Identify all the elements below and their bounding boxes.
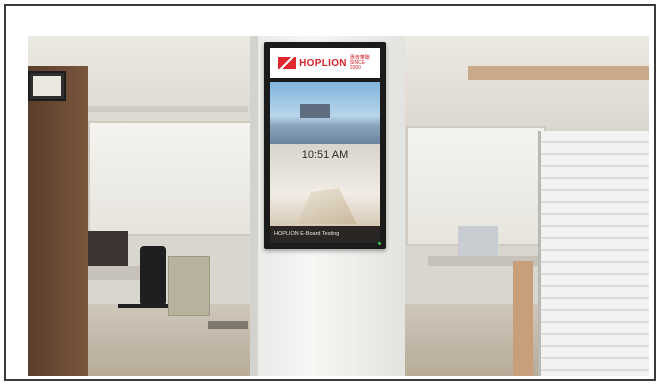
photo-frame: HOPLION 惠普華聯 SINCE 2000 10:51 AM HOPLION… [4, 4, 656, 381]
office-photo: HOPLION 惠普華聯 SINCE 2000 10:51 AM HOPLION… [28, 36, 649, 376]
desk-left [88, 266, 148, 280]
filing-cabinet [168, 256, 210, 316]
bed-image [297, 188, 357, 224]
cart [208, 321, 248, 329]
signage-footer: HOPLION E-Board Testing [270, 226, 380, 243]
building-silhouette [300, 104, 330, 118]
wood-wall [28, 66, 88, 376]
signage-header: HOPLION 惠普華聯 SINCE 2000 [270, 48, 380, 78]
power-led-icon [378, 242, 381, 245]
chair-base [118, 304, 168, 308]
wall-clock [28, 71, 66, 101]
brand-name: HOPLION [299, 57, 347, 69]
ceiling-beam [88, 106, 248, 112]
hoplion-logo-icon [278, 57, 297, 69]
brand-subtitle: 惠普華聯 SINCE 2000 [349, 54, 370, 71]
digital-signage-screen: HOPLION 惠普華聯 SINCE 2000 10:51 AM HOPLION… [264, 42, 386, 249]
signage-time: 10:51 AM [301, 149, 349, 161]
signage-photo-coast [270, 82, 380, 144]
window-left [88, 121, 253, 236]
signage-clock-panel: 10:51 AM [270, 144, 380, 226]
desk-items [88, 231, 128, 266]
wood-panel [513, 261, 533, 376]
glass-partition [538, 131, 649, 376]
printer [458, 226, 498, 256]
ceiling-light-panel [468, 66, 649, 80]
pillar-edge [250, 36, 258, 376]
office-chair-left [140, 246, 166, 306]
